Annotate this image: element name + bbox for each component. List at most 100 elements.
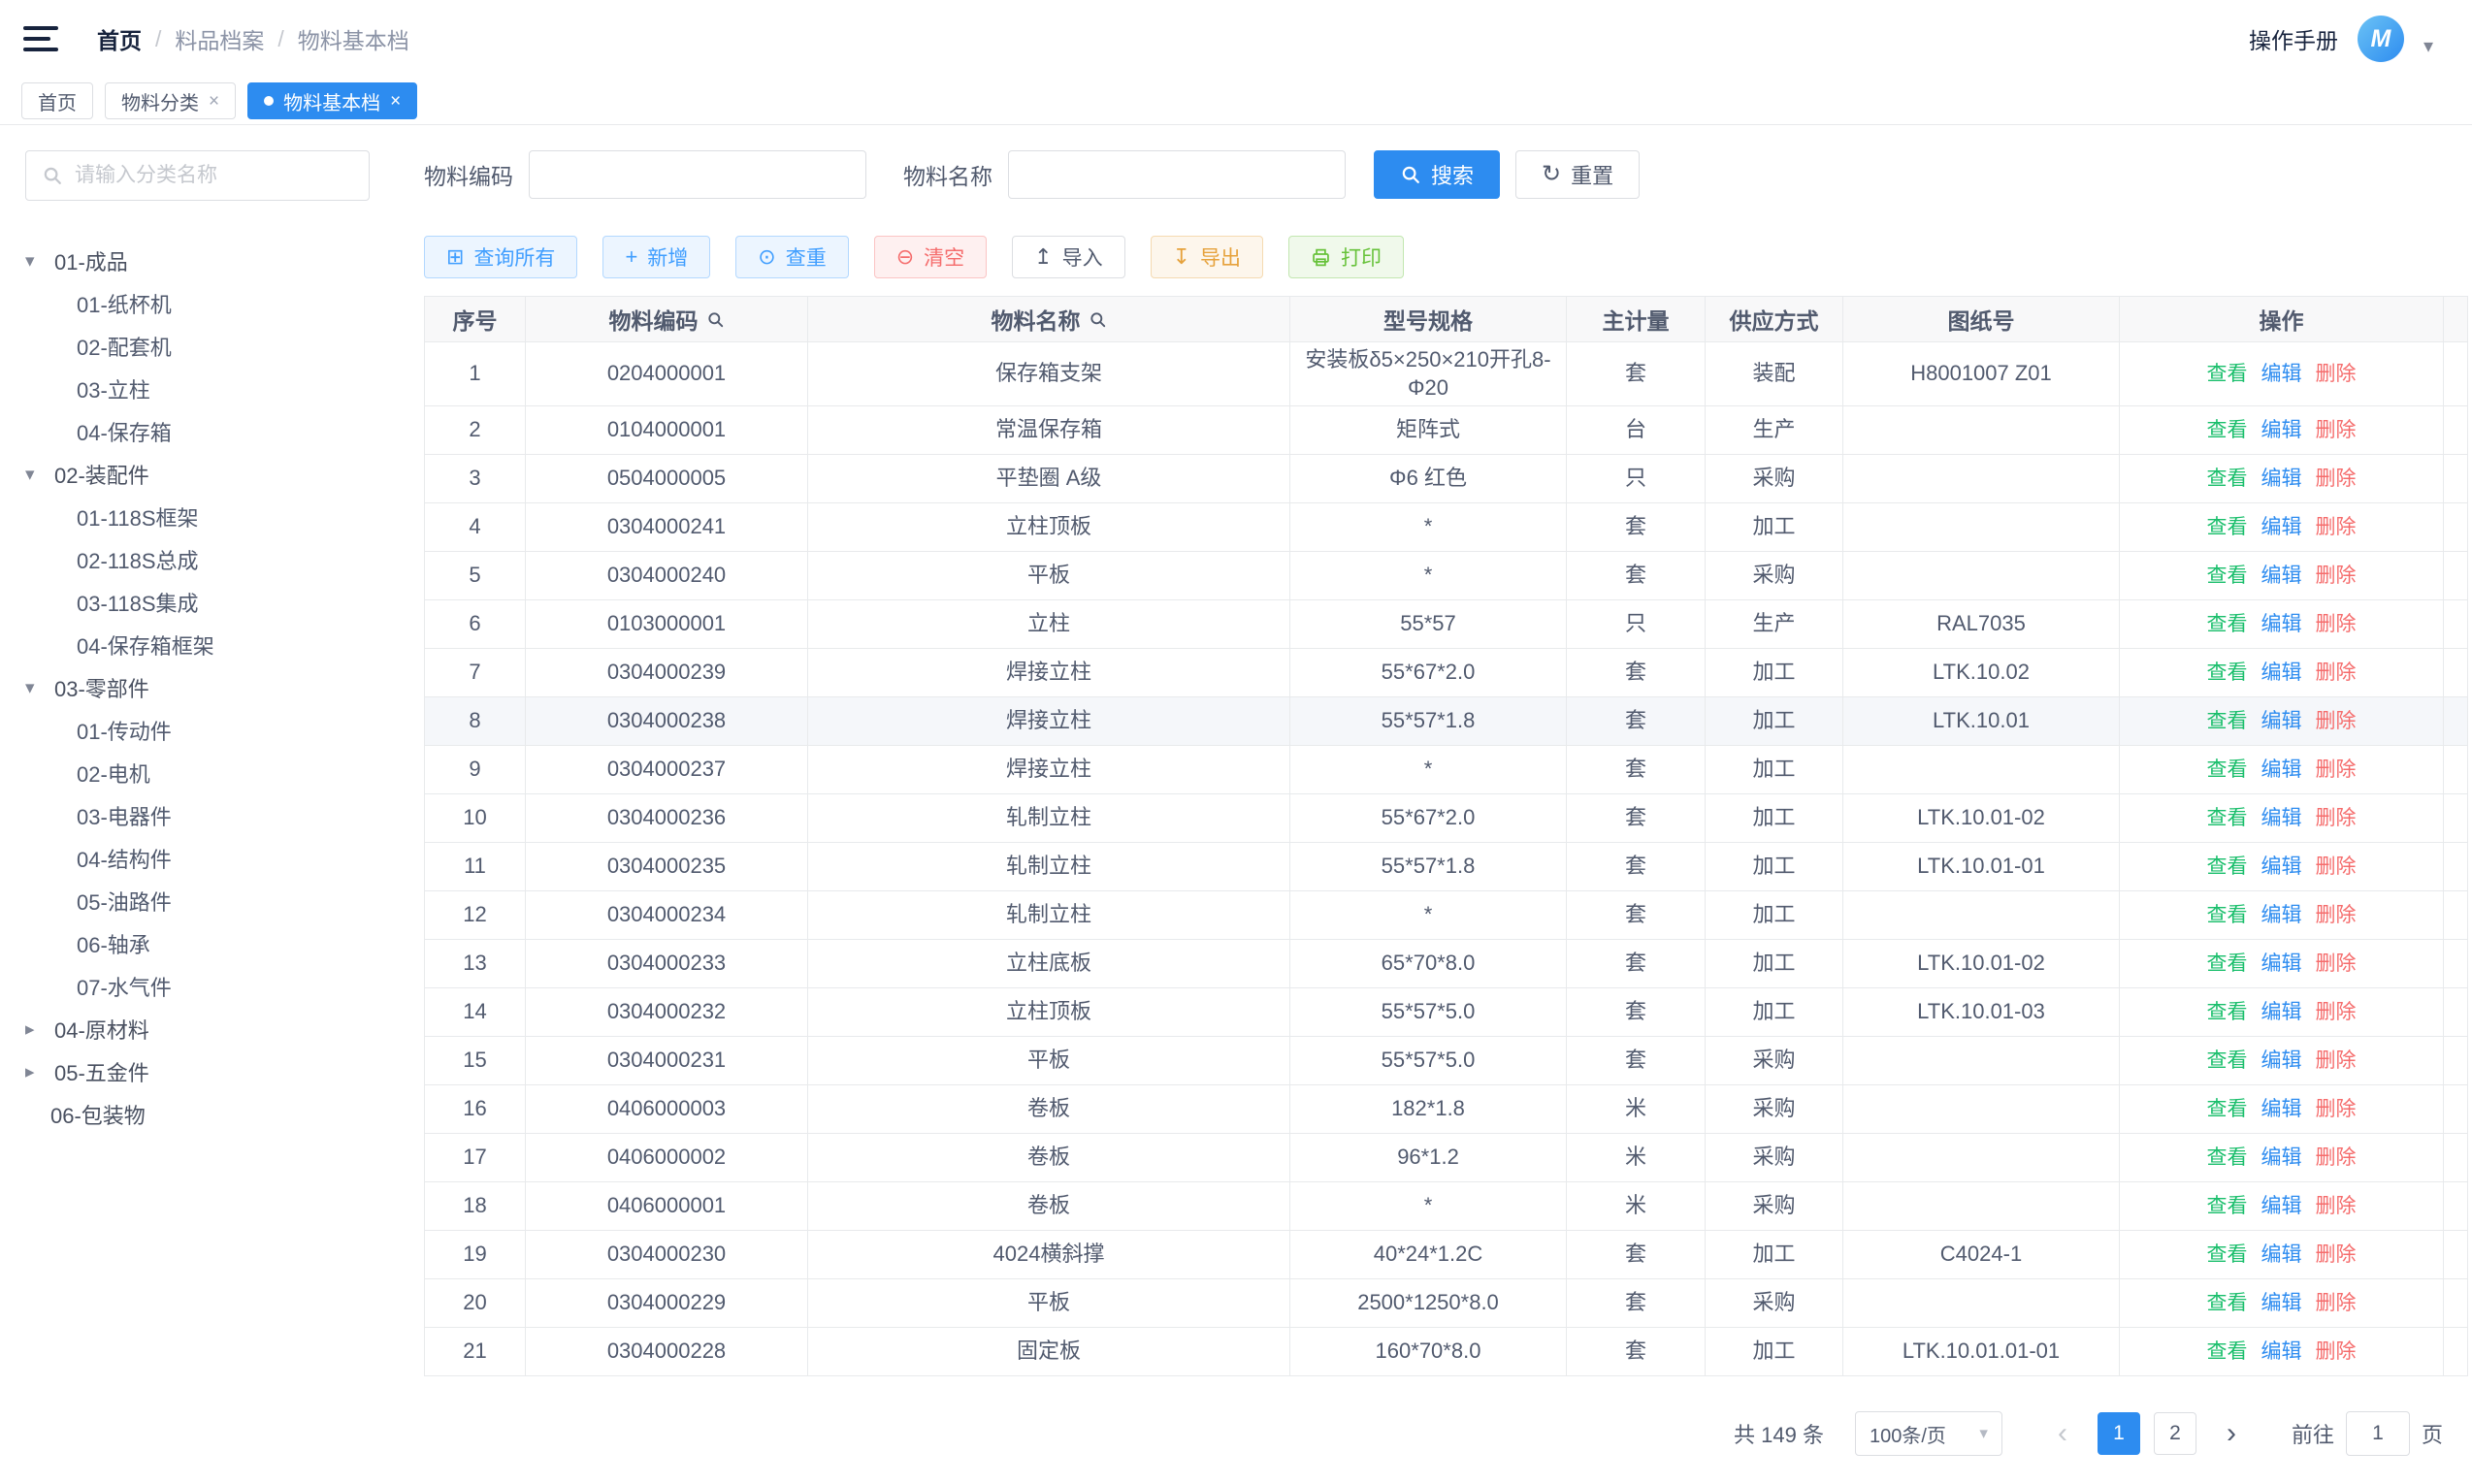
view-link[interactable]: 查看 — [2207, 516, 2248, 538]
edit-link[interactable]: 编辑 — [2261, 1195, 2302, 1217]
delete-link[interactable]: 删除 — [2316, 1001, 2357, 1023]
edit-link[interactable]: 编辑 — [2261, 1049, 2302, 1072]
category-search-input[interactable] — [75, 164, 353, 187]
delete-link[interactable]: 删除 — [2316, 758, 2357, 781]
next-page-button[interactable]: › — [2210, 1412, 2253, 1455]
tree-child-node[interactable]: 04-保存箱框架 — [25, 624, 424, 666]
table-row[interactable]: 90304000237焊接立柱*套加工查看编辑删除 — [425, 746, 2468, 794]
导出-button[interactable]: ↧导出 — [1151, 236, 1263, 278]
delete-link[interactable]: 删除 — [2316, 952, 2357, 975]
view-link[interactable]: 查看 — [2207, 904, 2248, 926]
edit-link[interactable]: 编辑 — [2261, 419, 2302, 441]
column-search-icon[interactable] — [1089, 310, 1107, 329]
code-filter-input[interactable] — [529, 150, 866, 199]
tree-node[interactable]: ▾02-装配件 — [25, 453, 424, 496]
edit-link[interactable]: 编辑 — [2261, 613, 2302, 635]
view-link[interactable]: 查看 — [2207, 1098, 2248, 1120]
view-link[interactable]: 查看 — [2207, 855, 2248, 878]
column-search-icon[interactable] — [706, 310, 725, 329]
page-number-button[interactable]: 1 — [2098, 1412, 2140, 1455]
tab-3[interactable]: 物料基本档× — [247, 82, 417, 119]
delete-link[interactable]: 删除 — [2316, 363, 2357, 385]
view-link[interactable]: 查看 — [2207, 1195, 2248, 1217]
table-row[interactable]: 40304000241立柱顶板*套加工查看编辑删除 — [425, 503, 2468, 552]
delete-link[interactable]: 删除 — [2316, 1292, 2357, 1314]
tab-2[interactable]: 物料分类× — [105, 82, 236, 119]
tree-child-node[interactable]: 06-轴承 — [25, 922, 424, 965]
view-link[interactable]: 查看 — [2207, 613, 2248, 635]
tree-child-node[interactable]: 01-传动件 — [25, 709, 424, 752]
delete-link[interactable]: 删除 — [2316, 516, 2357, 538]
edit-link[interactable]: 编辑 — [2261, 710, 2302, 732]
table-row[interactable]: 160406000003卷板182*1.8米采购查看编辑删除 — [425, 1085, 2468, 1134]
name-filter-input[interactable] — [1008, 150, 1346, 199]
tree-child-node[interactable]: 03-118S集成 — [25, 581, 424, 624]
tab-close-icon[interactable]: × — [390, 92, 401, 111]
table-row[interactable]: 180406000001卷板*米采购查看编辑删除 — [425, 1182, 2468, 1231]
edit-link[interactable]: 编辑 — [2261, 855, 2302, 878]
view-link[interactable]: 查看 — [2207, 1001, 2248, 1023]
tree-node[interactable]: ▸05-五金件 — [25, 1050, 424, 1093]
delete-link[interactable]: 删除 — [2316, 855, 2357, 878]
view-link[interactable]: 查看 — [2207, 468, 2248, 490]
edit-link[interactable]: 编辑 — [2261, 363, 2302, 385]
delete-link[interactable]: 删除 — [2316, 710, 2357, 732]
delete-link[interactable]: 删除 — [2316, 807, 2357, 829]
delete-link[interactable]: 删除 — [2316, 1243, 2357, 1266]
delete-link[interactable]: 删除 — [2316, 613, 2357, 635]
view-link[interactable]: 查看 — [2207, 1049, 2248, 1072]
tree-child-node[interactable]: 07-水气件 — [25, 965, 424, 1008]
reset-button[interactable]: ↻ 重置 — [1515, 150, 1640, 199]
view-link[interactable]: 查看 — [2207, 952, 2248, 975]
breadcrumb-item[interactable]: 物料基本档 — [298, 22, 409, 55]
delete-link[interactable]: 删除 — [2316, 1098, 2357, 1120]
tree-child-node[interactable]: 01-118S框架 — [25, 496, 424, 538]
view-link[interactable]: 查看 — [2207, 1146, 2248, 1169]
清空-button[interactable]: ⊖清空 — [874, 236, 987, 278]
新增-button[interactable]: +新增 — [602, 236, 710, 278]
tree-child-node[interactable]: 04-保存箱 — [25, 410, 424, 453]
table-row[interactable]: 20104000001常温保存箱矩阵式台生产查看编辑删除 — [425, 406, 2468, 455]
caret-down-icon[interactable]: ▾ — [25, 250, 54, 273]
page-size-select[interactable]: 100条/页 ▾ — [1855, 1411, 2002, 1456]
table-row[interactable]: 150304000231平板55*57*5.0套采购查看编辑删除 — [425, 1037, 2468, 1085]
delete-link[interactable]: 删除 — [2316, 661, 2357, 684]
delete-link[interactable]: 删除 — [2316, 1146, 2357, 1169]
tree-child-node[interactable]: 03-立柱 — [25, 368, 424, 410]
edit-link[interactable]: 编辑 — [2261, 661, 2302, 684]
edit-link[interactable]: 编辑 — [2261, 904, 2302, 926]
table-row[interactable]: 70304000239焊接立柱55*67*2.0套加工LTK.10.02查看编辑… — [425, 649, 2468, 697]
edit-link[interactable]: 编辑 — [2261, 1001, 2302, 1023]
table-row[interactable]: 10204000001保存箱支架安装板δ5×250×210开孔8-Φ20套装配H… — [425, 342, 2468, 406]
view-link[interactable]: 查看 — [2207, 710, 2248, 732]
view-link[interactable]: 查看 — [2207, 661, 2248, 684]
table-row[interactable]: 130304000233立柱底板65*70*8.0套加工LTK.10.01-02… — [425, 940, 2468, 988]
table-row[interactable]: 80304000238焊接立柱55*57*1.8套加工LTK.10.01查看编辑… — [425, 697, 2468, 746]
edit-link[interactable]: 编辑 — [2261, 1340, 2302, 1363]
search-button[interactable]: 搜索 — [1374, 150, 1500, 199]
table-row[interactable]: 170406000002卷板96*1.2米采购查看编辑删除 — [425, 1134, 2468, 1182]
edit-link[interactable]: 编辑 — [2261, 565, 2302, 587]
table-row[interactable]: 1903040002304024横斜撑40*24*1.2C套加工C4024-1查… — [425, 1231, 2468, 1279]
tab-1[interactable]: 首页 — [21, 82, 93, 119]
delete-link[interactable]: 删除 — [2316, 1049, 2357, 1072]
caret-right-icon[interactable]: ▸ — [25, 1018, 54, 1041]
edit-link[interactable]: 编辑 — [2261, 1098, 2302, 1120]
caret-down-icon[interactable]: ▾ — [25, 464, 54, 486]
table-row[interactable]: 60103000001立柱55*57只生产RAL7035查看编辑删除 — [425, 600, 2468, 649]
view-link[interactable]: 查看 — [2207, 363, 2248, 385]
tree-child-node[interactable]: 02-配套机 — [25, 325, 424, 368]
breadcrumb-item[interactable]: 料品档案 — [175, 22, 264, 55]
view-link[interactable]: 查看 — [2207, 1292, 2248, 1314]
caret-down-icon[interactable]: ▾ — [25, 677, 54, 699]
table-row[interactable]: 120304000234轧制立柱*套加工查看编辑删除 — [425, 891, 2468, 940]
delete-link[interactable]: 删除 — [2316, 904, 2357, 926]
menu-toggle-icon[interactable] — [23, 26, 58, 51]
delete-link[interactable]: 删除 — [2316, 565, 2357, 587]
table-row[interactable]: 50304000240平板*套采购查看编辑删除 — [425, 552, 2468, 600]
chevron-down-icon[interactable]: ▾ — [2423, 34, 2433, 58]
导入-button[interactable]: ↥导入 — [1012, 236, 1124, 278]
edit-link[interactable]: 编辑 — [2261, 758, 2302, 781]
tree-child-node[interactable]: 01-纸杯机 — [25, 282, 424, 325]
tree-child-node[interactable]: 05-油路件 — [25, 880, 424, 922]
